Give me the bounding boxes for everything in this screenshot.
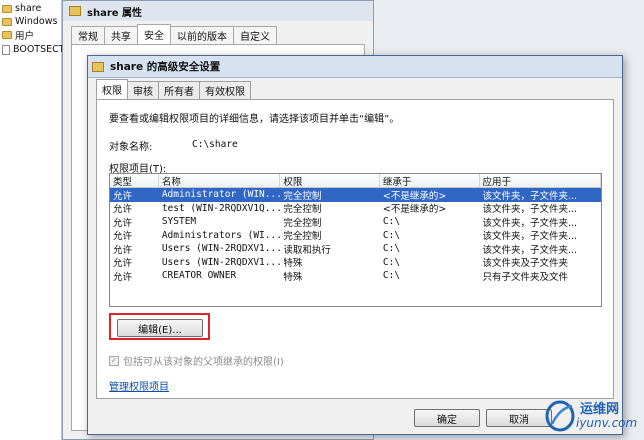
column-header-inherited-from[interactable]: 继承于 [380,174,480,188]
cell-inherited: C:\ [382,216,401,228]
cell-name: test (WIN-2RQDXV1Q... [161,202,281,214]
tree-item-windows[interactable]: Windows [2,15,57,28]
cancel-button[interactable]: 取消 [486,409,552,427]
table-row[interactable]: 允许 Users (WIN-2RQDXV1... 读取和执行 C:\ 该文件夹，… [110,242,601,256]
cell-name: Administrators (WI... [161,229,281,241]
cell-inherited: C:\ [382,243,401,255]
cell-permission: 完全控制 [283,204,322,215]
tree-item-label: BOOTSECT. [13,44,67,55]
tab-permissions[interactable]: 权限 [96,79,128,99]
cell-applies: 该文件夹，子文件夹... [482,204,578,215]
folder-icon [2,30,12,39]
permission-entries-list[interactable]: 类型 名称 权限 继承于 应用于 允许 Administrator (WIN..… [109,173,602,307]
folder-icon [92,61,104,72]
cell-type: 允许 [113,244,133,256]
tree-item-label: share [15,3,42,14]
tab-effective-permissions[interactable]: 有效权限 [199,81,251,99]
cell-permission: 完全控制 [283,217,322,229]
tab-customize[interactable]: 自定义 [233,26,277,44]
folder-icon [2,17,12,26]
cell-permission: 特殊 [283,271,303,283]
table-row[interactable]: 允许 test (WIN-2RQDXV1Q... 完全控制 <不是继承的> 该文… [110,202,601,215]
tab-previous-versions[interactable]: 以前的版本 [170,26,234,44]
cell-inherited: <不是继承的> [382,190,447,202]
include-inheritable-label: 包括可从该对象的父项继承的权限(I) [123,357,284,368]
cell-type: 允许 [113,217,133,229]
edit-button[interactable]: 编辑(E)... [117,319,203,337]
cell-permission: 完全控制 [283,231,322,242]
ok-button[interactable]: 确定 [414,409,480,427]
cell-name: CREATOR OWNER [161,270,237,282]
folder-icon [2,4,12,13]
tab-owner[interactable]: 所有者 [158,81,200,99]
cell-inherited: C:\ [382,229,401,241]
tab-sharing[interactable]: 共享 [104,26,138,44]
advanced-tabs: 权限 审核 所有者 有效权限 [96,79,251,99]
include-inheritable-row: ✓ 包括可从该对象的父项继承的权限(I) [109,353,284,368]
cell-inherited: <不是继承的> [382,204,447,215]
object-name-value: C:\share [192,139,238,150]
cell-name: SYSTEM [161,216,197,228]
tree-item-users[interactable]: 用户 [2,28,35,42]
tab-security[interactable]: 安全 [137,24,171,44]
watermark-logo: 运维网 iyunv.com [544,396,640,434]
advanced-security-dialog: share 的高级安全设置 权限 审核 所有者 有效权限 要查看或编辑权限项目的… [87,55,623,435]
table-row[interactable]: 允许 SYSTEM 完全控制 C:\ 该文件夹，子文件夹... [110,215,601,229]
tree-item-label: Windows [15,16,58,27]
include-inheritable-checkbox[interactable]: ✓ [109,355,119,366]
cell-applies: 该文件夹，子文件夹... [482,244,578,256]
cell-applies: 该文件夹，子文件夹... [482,217,578,229]
tree-item-bootsect[interactable]: BOOTSECT. [2,43,66,56]
folder-icon [69,6,81,16]
tree-item-share[interactable]: share [2,2,41,15]
advanced-title: share 的高级安全设置 [110,61,221,73]
column-header-apply-to[interactable]: 应用于 [480,174,601,188]
cell-inherited: C:\ [382,256,401,268]
tab-general[interactable]: 常规 [71,26,105,44]
cell-applies: 该文件夹，子文件夹... [482,190,578,202]
properties-titlebar[interactable]: share 属性 [63,1,373,21]
table-row[interactable]: 允许 CREATOR OWNER 特殊 C:\ 只有子文件夹及文件 [110,269,601,283]
instruction-text: 要查看或编辑权限项目的详细信息，请选择该项目并单击“编辑”。 [109,114,400,125]
list-header: 类型 名称 权限 继承于 应用于 [110,174,601,188]
column-header-permission[interactable]: 权限 [280,174,380,188]
cell-type: 允许 [113,231,133,242]
explorer-tree: share Windows 用户 BOOTSECT. [0,0,66,440]
watermark-text: 运维网 [580,402,620,417]
watermark-url: iyunv.com [576,416,638,430]
manage-permissions-link[interactable]: 管理权限项目 [109,378,169,393]
column-header-name[interactable]: 名称 [159,174,281,188]
cell-applies: 该文件夹，子文件夹... [482,231,578,242]
cell-type: 允许 [113,204,133,215]
properties-tabs: 常规 共享 安全 以前的版本 自定义 [71,24,277,44]
tree-item-label: 用户 [15,30,35,42]
table-row[interactable]: 允许 Administrators (WI... 完全控制 C:\ 该文件夹，子… [110,229,601,242]
cell-permission: 读取和执行 [283,244,331,256]
cell-name: Administrator (WIN... [161,189,281,201]
cell-applies: 该文件夹及子文件夹 [482,258,569,269]
column-header-type[interactable]: 类型 [110,174,159,188]
cell-permission: 特殊 [283,258,303,269]
cell-inherited: C:\ [382,270,401,282]
table-row[interactable]: 允许 Administrator (WIN... 完全控制 <不是继承的> 该文… [110,188,601,202]
cell-type: 允许 [113,190,133,202]
properties-title: share 属性 [87,7,143,19]
object-name-label: 对象名称: [109,142,153,153]
cell-applies: 只有子文件夹及文件 [482,271,569,283]
cell-type: 允许 [113,258,133,269]
cell-name: Users (WIN-2RQDXV1... [161,243,281,255]
cell-type: 允许 [113,271,133,283]
advanced-titlebar[interactable]: share 的高级安全设置 [88,56,622,78]
tab-auditing[interactable]: 审核 [127,81,159,99]
file-icon [2,44,10,55]
table-row[interactable]: 允许 Users (WIN-2RQDXV1... 特殊 C:\ 该文件夹及子文件… [110,256,601,269]
cell-permission: 完全控制 [283,190,322,202]
permissions-panel: 要查看或编辑权限项目的详细信息，请选择该项目并单击“编辑”。 对象名称: C:\… [96,99,614,399]
cell-name: Users (WIN-2RQDXV1... [161,256,281,268]
